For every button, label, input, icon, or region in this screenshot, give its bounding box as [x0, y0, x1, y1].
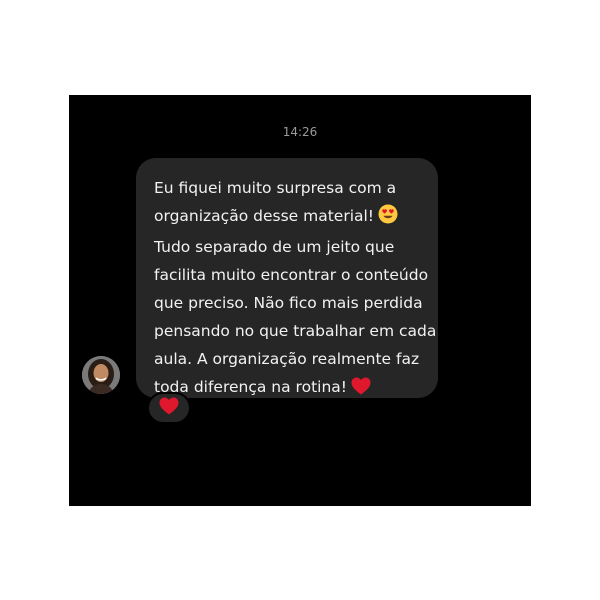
red-heart-icon — [159, 397, 179, 419]
message-line: facilita muito encontrar o conteúdo — [154, 266, 429, 284]
sender-avatar[interactable] — [82, 356, 120, 394]
message-line: pensando no que trabalhar em cada — [154, 322, 437, 340]
reaction-badge[interactable] — [147, 392, 191, 424]
heart-eyes-emoji-icon — [378, 204, 398, 233]
message-line: Tudo separado de um jeito que — [154, 238, 395, 256]
message-line: aula. A organização realmente faz — [154, 350, 420, 368]
message-line: que preciso. Não fico mais perdida — [154, 294, 423, 312]
message-line: Eu fiquei muito surpresa com a — [154, 179, 397, 197]
chat-screen: 14:26 Eu fiquei muito surpresa com a org… — [69, 95, 531, 506]
message-bubble[interactable]: Eu fiquei muito surpresa com a organizaç… — [136, 158, 438, 398]
message-line: organização desse material! — [154, 207, 375, 225]
avatar-photo-icon — [82, 356, 120, 394]
message-timestamp: 14:26 — [282, 125, 318, 139]
red-heart-emoji-icon — [351, 376, 371, 404]
